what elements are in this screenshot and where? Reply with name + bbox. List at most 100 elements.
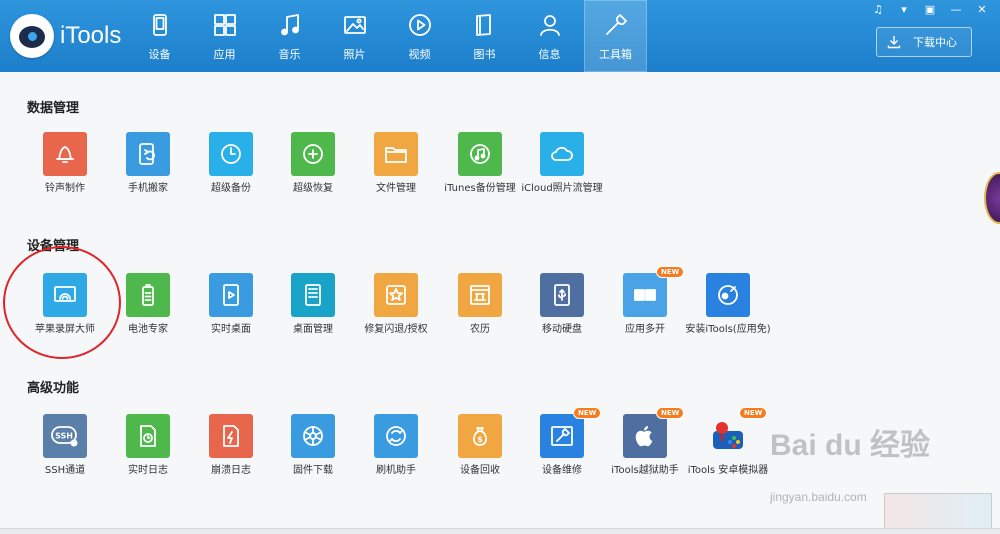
app-logo: iTools xyxy=(10,14,121,58)
tool-item[interactable]: 文件管理 xyxy=(351,132,441,204)
tool-item[interactable]: 固件下载 xyxy=(268,414,358,486)
apps-icon xyxy=(212,12,238,38)
video-icon xyxy=(407,12,433,38)
tool-label: 设备维修 xyxy=(542,465,582,476)
tool-item[interactable]: iCloud照片流管理 xyxy=(517,132,607,204)
nav-tab[interactable]: 应用 xyxy=(192,0,257,72)
tool-item[interactable]: SSH SSH通道 xyxy=(20,414,110,486)
tool-item[interactable]: 桌面管理 xyxy=(268,273,358,345)
tool-label: 实时日志 xyxy=(128,465,168,476)
nav-tab[interactable]: 工具箱 xyxy=(584,0,647,72)
nav-tab-label: 工具箱 xyxy=(599,48,632,61)
restore-icon xyxy=(291,132,335,176)
new-badge: NEW xyxy=(739,407,768,419)
window-controls: ♫ ▾ ▣ — ✕ xyxy=(868,2,992,16)
menu-control-icon[interactable]: ▾ xyxy=(894,2,914,16)
download-center-label: 下载中心 xyxy=(913,36,957,49)
nav-tab-label: 应用 xyxy=(213,48,236,61)
lunar-calendar-icon xyxy=(458,273,502,317)
tool-label: 手机搬家 xyxy=(128,183,168,194)
tool-item[interactable]: 崩溃日志 xyxy=(186,414,276,486)
tool-label: 电池专家 xyxy=(128,324,168,335)
section-title: 高级功能 xyxy=(27,381,80,396)
nav-tab-label: 信息 xyxy=(538,48,561,61)
toolbox-icon xyxy=(603,12,629,38)
tool-item[interactable]: 实时桌面 xyxy=(186,273,276,345)
minimize-icon[interactable]: — xyxy=(946,2,966,16)
nav-tab-label: 照片 xyxy=(343,48,366,61)
tool-item[interactable]: NEW 设备维修 xyxy=(517,407,607,486)
new-badge: NEW xyxy=(656,407,685,419)
backup-clock-icon xyxy=(209,132,253,176)
download-icon xyxy=(887,36,901,49)
tool-item[interactable]: 修复闪退/授权 xyxy=(351,273,441,345)
tool-label: 移动硬盘 xyxy=(542,324,582,335)
tool-item[interactable]: $ 设备回收 xyxy=(435,414,525,486)
gamepad-icon xyxy=(706,414,750,458)
battery-icon xyxy=(126,273,170,317)
tool-label: 桌面管理 xyxy=(293,324,333,335)
tool-label: 农历 xyxy=(470,324,490,335)
contact-icon xyxy=(537,12,563,38)
svg-text:$: $ xyxy=(477,435,483,444)
tool-item[interactable]: iTunes备份管理 xyxy=(435,132,525,204)
repair-tool-icon xyxy=(540,414,584,458)
nav-tab[interactable]: 信息 xyxy=(517,0,582,72)
nav-tab[interactable]: 设备 xyxy=(127,0,192,72)
tool-item[interactable]: 移动硬盘 xyxy=(517,273,607,345)
tool-label: SSH通道 xyxy=(44,465,86,476)
skin-control-icon[interactable]: ▣ xyxy=(920,2,940,16)
folder-icon xyxy=(374,132,418,176)
tool-item[interactable]: 铃声制作 xyxy=(20,132,110,204)
top-bar: iTools 设备 应用 音乐 照片 视频 图书 信息 工具箱 ♫ ▾ ▣ — ✕ xyxy=(0,0,1000,72)
device-icon xyxy=(147,12,173,38)
photo-icon xyxy=(342,12,368,38)
tool-item[interactable]: NEW 应用多开 xyxy=(600,266,690,345)
nav-tab-label: 图书 xyxy=(473,48,496,61)
nav-tab-label: 视频 xyxy=(408,48,431,61)
tool-label: 修复闪退/授权 xyxy=(364,324,428,335)
nav-tab[interactable]: 音乐 xyxy=(257,0,322,72)
book-icon xyxy=(472,12,498,38)
log-icon xyxy=(126,414,170,458)
crash-log-icon xyxy=(209,414,253,458)
nav-tab[interactable]: 照片 xyxy=(322,0,387,72)
music-control-icon[interactable]: ♫ xyxy=(868,2,888,16)
nav-tab-label: 设备 xyxy=(148,48,171,61)
new-badge: NEW xyxy=(573,407,602,419)
itools-logo-icon xyxy=(10,14,54,58)
music-icon xyxy=(277,12,303,38)
tool-item[interactable]: 实时日志 xyxy=(103,414,193,486)
tool-item[interactable]: 农历 xyxy=(435,273,525,345)
apple-icon xyxy=(623,414,667,458)
anime-thumbnail xyxy=(884,493,992,529)
bell-icon xyxy=(43,132,87,176)
nav-tab[interactable]: 视频 xyxy=(387,0,452,72)
tool-label: 应用多开 xyxy=(625,324,665,335)
phone-transfer-icon xyxy=(126,132,170,176)
tool-item[interactable]: 超级恢复 xyxy=(268,132,358,204)
tool-label: iTunes备份管理 xyxy=(444,183,516,194)
app-name: iTools xyxy=(60,22,122,49)
download-center-button[interactable]: 下载中心 xyxy=(876,27,972,57)
svg-text:SSH: SSH xyxy=(55,432,73,441)
tool-item[interactable]: NEW iTools 安卓模拟器 xyxy=(683,407,773,486)
toolbox-panel: 数据管理 铃声制作 手机搬家 超级备份 超级恢复 文件管理 iTunes备份管理… xyxy=(0,72,1000,534)
nav-tab[interactable]: 图书 xyxy=(452,0,517,72)
tool-item[interactable]: NEW iTools越狱助手 xyxy=(600,407,690,486)
live-desktop-icon xyxy=(209,273,253,317)
tool-item[interactable]: 安装iTools(应用免) xyxy=(683,273,773,345)
watermark-url: jingyan.baidu.com xyxy=(770,490,867,504)
tool-item[interactable]: 手机搬家 xyxy=(103,132,193,204)
tool-item[interactable]: 超级备份 xyxy=(186,132,276,204)
tool-label: 固件下载 xyxy=(293,465,333,476)
close-icon[interactable]: ✕ xyxy=(972,2,992,16)
red-circle-annotation xyxy=(3,246,121,359)
firmware-gear-icon xyxy=(291,414,335,458)
tool-label: iTools越狱助手 xyxy=(611,465,679,476)
flash-assistant-icon xyxy=(374,414,418,458)
tool-label: iCloud照片流管理 xyxy=(521,183,603,194)
tool-label: 超级备份 xyxy=(211,183,251,194)
money-bag-icon: $ xyxy=(458,414,502,458)
tool-item[interactable]: 刷机助手 xyxy=(351,414,441,486)
